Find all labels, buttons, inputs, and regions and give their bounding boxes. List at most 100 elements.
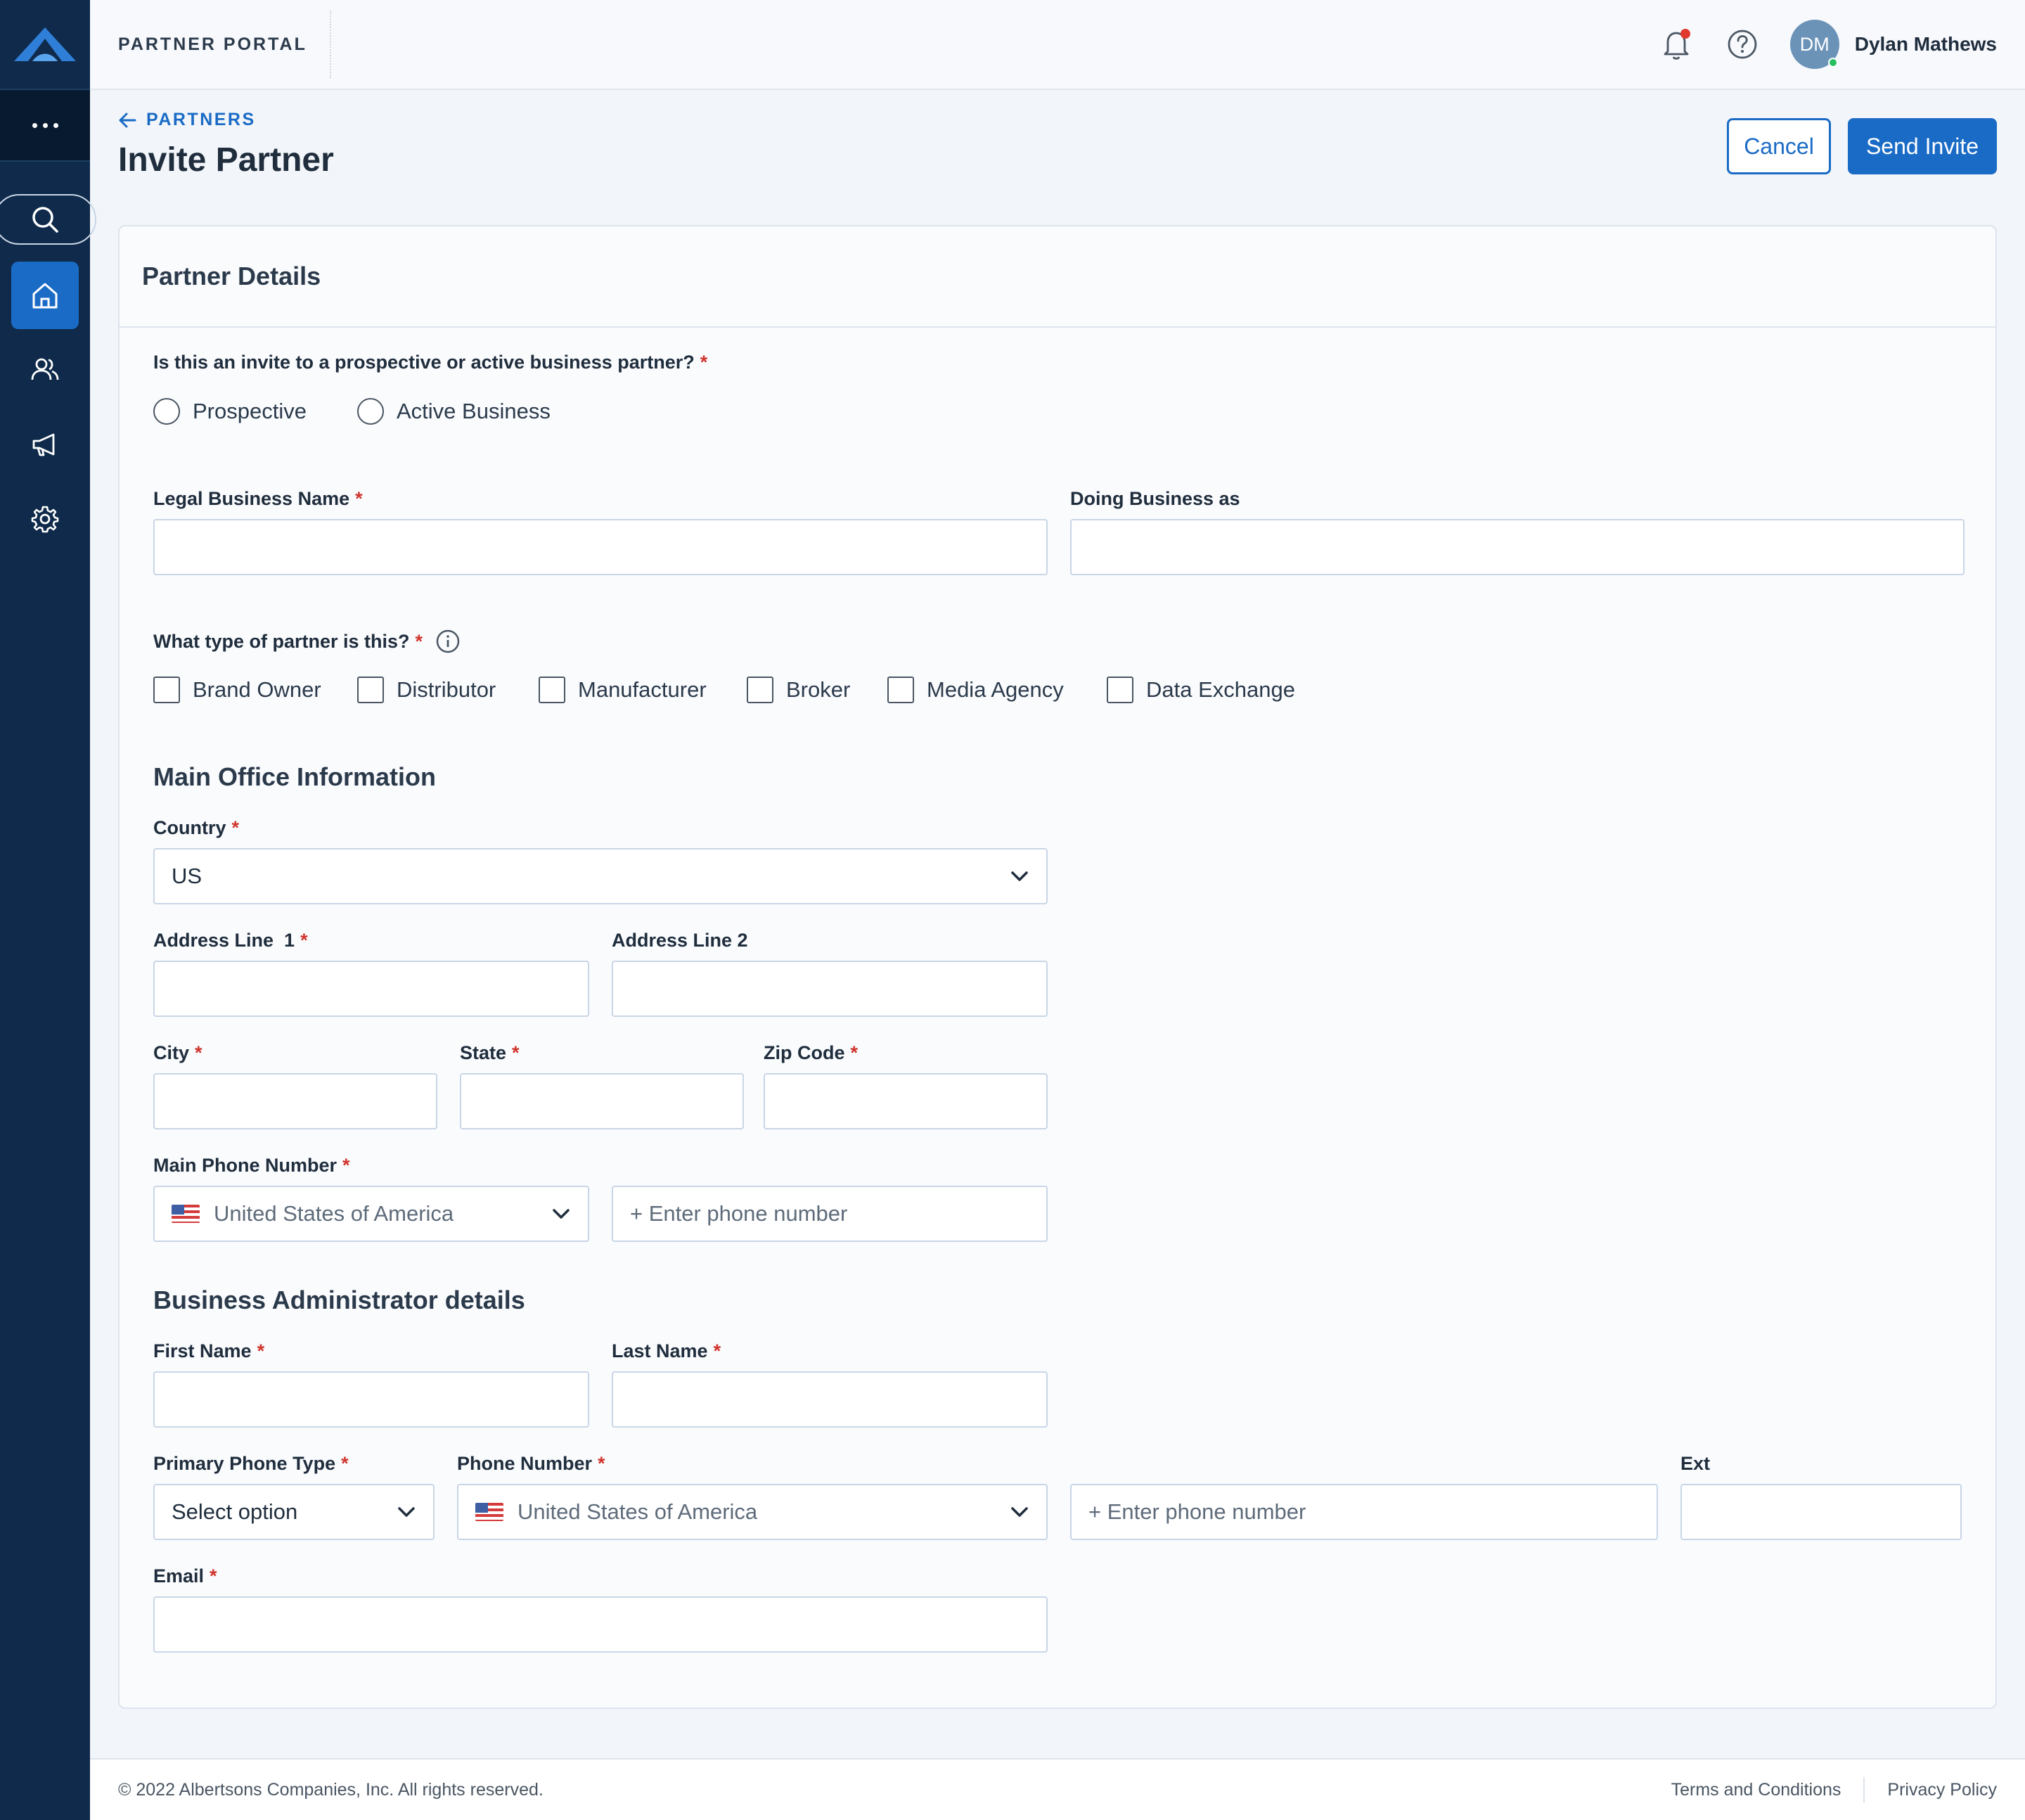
cancel-button[interactable]: Cancel — [1727, 118, 1831, 174]
radio-circle[interactable] — [153, 398, 180, 425]
sidebar-item-campaigns[interactable] — [11, 411, 79, 478]
checkbox-box[interactable] — [357, 677, 384, 703]
country-select[interactable]: US — [153, 848, 1048, 904]
footer-divider — [1863, 1777, 1865, 1802]
partner-details-card: Partner Details Is this an invite to a p… — [118, 225, 1997, 1709]
phone-number-input[interactable]: + Enter phone number — [1070, 1484, 1658, 1540]
required-mark: * — [342, 1155, 350, 1176]
checkbox-broker-label: Broker — [786, 677, 851, 702]
legal-name-input[interactable] — [153, 519, 1048, 575]
breadcrumb-back-link[interactable]: PARTNERS — [118, 110, 256, 130]
checkbox-data-exchange-label: Data Exchange — [1146, 677, 1295, 702]
radio-circle[interactable] — [357, 398, 384, 425]
checkbox-manufacturer[interactable]: Manufacturer — [539, 677, 707, 703]
admin-details-title: Business Administrator details — [153, 1286, 525, 1314]
ext-input[interactable] — [1680, 1484, 1962, 1540]
checkbox-broker[interactable]: Broker — [747, 677, 850, 703]
phone-number-placeholder: + Enter phone number — [1088, 1499, 1306, 1524]
search-icon — [32, 207, 58, 233]
us-flag-icon — [475, 1503, 503, 1521]
required-mark: * — [341, 1453, 349, 1474]
user-name[interactable]: Dylan Mathews — [1855, 33, 1997, 56]
copyright-text: © 2022 Albertsons Companies, Inc. All ri… — [118, 1779, 544, 1800]
required-mark: * — [512, 1042, 520, 1063]
required-mark: * — [195, 1042, 202, 1063]
sidebar-item-home[interactable] — [11, 262, 79, 329]
partner-type-question: What type of partner is this? — [153, 630, 410, 652]
main-office-title: Main Office Information — [153, 762, 437, 791]
page-title: Invite Partner — [118, 141, 334, 179]
state-input[interactable] — [460, 1073, 744, 1129]
checkbox-box[interactable] — [1107, 677, 1133, 703]
help-button[interactable] — [1723, 25, 1762, 64]
city-label-text: City — [153, 1042, 190, 1063]
sidebar-item-settings[interactable] — [11, 485, 79, 553]
city-input[interactable] — [153, 1073, 437, 1129]
first-name-label-text: First Name — [153, 1340, 252, 1361]
checkbox-manufacturer-label: Manufacturer — [578, 677, 707, 702]
chevron-down-icon — [1011, 1507, 1028, 1517]
terms-link[interactable]: Terms and Conditions — [1671, 1780, 1841, 1800]
invite-type-question: Is this an invite to a prospective or ac… — [153, 352, 695, 373]
required-mark: * — [355, 488, 363, 509]
page-footer: © 2022 Albertsons Companies, Inc. All ri… — [90, 1758, 2025, 1820]
sidebar-item-users[interactable] — [11, 336, 79, 404]
checkbox-box[interactable] — [747, 677, 773, 703]
more-menu-button[interactable] — [0, 90, 90, 162]
breadcrumb-label: PARTNERS — [146, 110, 256, 129]
checkbox-box[interactable] — [887, 677, 914, 703]
required-mark: * — [598, 1453, 605, 1474]
info-icon[interactable] — [435, 629, 461, 654]
chevron-down-icon — [1011, 871, 1028, 881]
radio-active-business[interactable]: Active Business — [357, 398, 551, 425]
notifications-button[interactable] — [1657, 25, 1696, 64]
address2-input[interactable] — [612, 961, 1048, 1017]
checkbox-distributor-label: Distributor — [397, 677, 496, 702]
checkbox-box[interactable] — [153, 677, 180, 703]
send-invite-button[interactable]: Send Invite — [1848, 118, 1997, 174]
avatar[interactable]: DM — [1789, 20, 1839, 69]
online-status-dot — [1827, 58, 1838, 68]
top-header: PARTNER PORTAL DM Dylan Mathews — [90, 0, 2025, 90]
phone-type-select[interactable]: Select option — [153, 1484, 435, 1540]
zip-label: Zip Code * — [764, 1042, 858, 1064]
last-name-input[interactable] — [612, 1371, 1048, 1428]
header-actions: DM Dylan Mathews — [1630, 20, 2025, 69]
first-name-input[interactable] — [153, 1371, 589, 1428]
checkbox-brand-owner-label: Brand Owner — [193, 677, 321, 702]
address1-label: Address Line 1 * — [153, 930, 308, 951]
checkbox-brand-owner[interactable]: Brand Owner — [153, 677, 321, 703]
checkbox-distributor[interactable]: Distributor — [357, 677, 496, 703]
legal-name-label: Legal Business Name * — [153, 488, 363, 510]
chevron-down-icon — [398, 1507, 415, 1517]
sidebar — [0, 0, 96, 1820]
privacy-link[interactable]: Privacy Policy — [1887, 1780, 1997, 1800]
state-label: State * — [460, 1042, 520, 1064]
zip-input[interactable] — [764, 1073, 1048, 1129]
required-mark: * — [231, 817, 240, 838]
first-name-label: First Name * — [153, 1340, 264, 1362]
phone-country-select[interactable]: United States of America — [457, 1484, 1048, 1540]
dba-input[interactable] — [1070, 519, 1965, 575]
main-phone-input[interactable]: + Enter phone number — [612, 1186, 1048, 1242]
required-mark: * — [700, 352, 708, 373]
us-flag-icon — [172, 1205, 200, 1223]
email-input[interactable] — [153, 1596, 1048, 1653]
checkbox-box[interactable] — [539, 677, 565, 703]
gear-icon — [31, 506, 59, 533]
help-icon — [1728, 30, 1757, 59]
sidebar-item-search[interactable] — [0, 194, 96, 245]
required-mark: * — [257, 1340, 265, 1361]
city-label: City * — [153, 1042, 202, 1064]
ext-label: Ext — [1680, 1453, 1711, 1474]
logo-icon — [14, 27, 76, 61]
phone-type-label: Primary Phone Type * — [153, 1453, 349, 1475]
main-phone-country-select[interactable]: United States of America — [153, 1186, 589, 1242]
company-logo[interactable] — [0, 0, 90, 90]
radio-prospective[interactable]: Prospective — [153, 398, 307, 425]
address1-input[interactable] — [153, 961, 589, 1017]
email-label-text: Email — [153, 1565, 205, 1587]
checkbox-media-agency[interactable]: Media Agency — [887, 677, 1064, 703]
phone-type-label-text: Primary Phone Type — [153, 1453, 336, 1474]
checkbox-data-exchange[interactable]: Data Exchange — [1107, 677, 1295, 703]
